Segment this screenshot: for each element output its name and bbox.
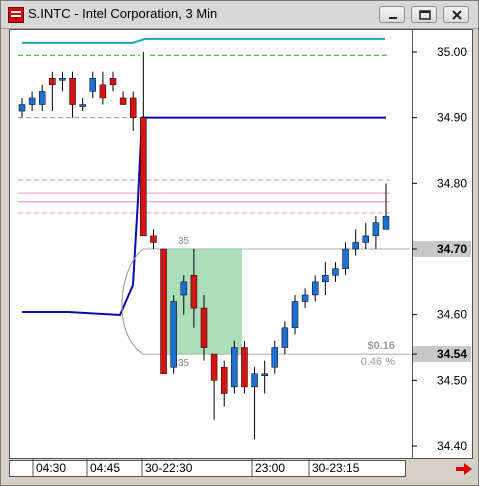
candle	[362, 235, 370, 243]
price-label: 34.40	[437, 439, 467, 453]
candle	[170, 301, 177, 368]
box-top-label: 35	[178, 236, 190, 247]
candle	[322, 275, 329, 283]
candle	[311, 281, 319, 296]
box-bottom-label: 35	[178, 358, 190, 369]
candle	[28, 97, 36, 105]
candle	[231, 347, 238, 388]
candle	[69, 78, 76, 105]
candle	[119, 97, 127, 105]
candle	[89, 78, 97, 92]
candle	[18, 104, 26, 112]
candle	[150, 235, 157, 243]
candle	[271, 347, 279, 368]
candle	[49, 78, 56, 86]
candle	[99, 84, 107, 99]
candle	[281, 327, 289, 348]
candle	[251, 373, 258, 388]
price-label: 34.54	[437, 347, 467, 361]
candle	[160, 248, 167, 375]
candle	[372, 222, 380, 237]
candle	[59, 78, 66, 81]
candle	[332, 268, 339, 276]
change-value: $0.16	[367, 340, 395, 352]
price-label: 34.50	[437, 373, 467, 387]
candle	[210, 353, 218, 381]
time-label: 30-22:30	[145, 461, 193, 475]
candle	[291, 301, 299, 329]
candle	[342, 248, 349, 269]
price-label: 34.60	[437, 308, 467, 322]
time-label: 04:30	[36, 461, 66, 475]
candle	[220, 366, 228, 394]
teal-indicator-line	[22, 37, 385, 44]
candle	[79, 104, 86, 107]
candle	[180, 281, 188, 296]
candle	[301, 294, 309, 302]
candle	[261, 373, 268, 377]
candle	[109, 78, 117, 86]
candle	[38, 91, 46, 105]
time-label: 04:45	[90, 461, 120, 475]
candle	[241, 347, 248, 388]
price-label: 34.90	[437, 111, 467, 125]
candle	[129, 97, 137, 118]
candle	[200, 307, 208, 348]
price-label: 34.70	[437, 242, 467, 256]
time-label: 30-23:15	[312, 461, 360, 475]
candle	[382, 215, 390, 230]
candle	[190, 275, 198, 309]
price-label: 35.00	[437, 45, 467, 59]
candle	[352, 242, 359, 250]
price-label: 34.80	[437, 176, 467, 190]
candle	[140, 117, 147, 237]
change-percent: 0.46 %	[361, 356, 395, 368]
time-label: 23:00	[255, 461, 285, 475]
candlestick-chart: 35 35 $0.16 0.46 % 35.00 34.90 34.80 34.70 3…	[18, 37, 471, 476]
